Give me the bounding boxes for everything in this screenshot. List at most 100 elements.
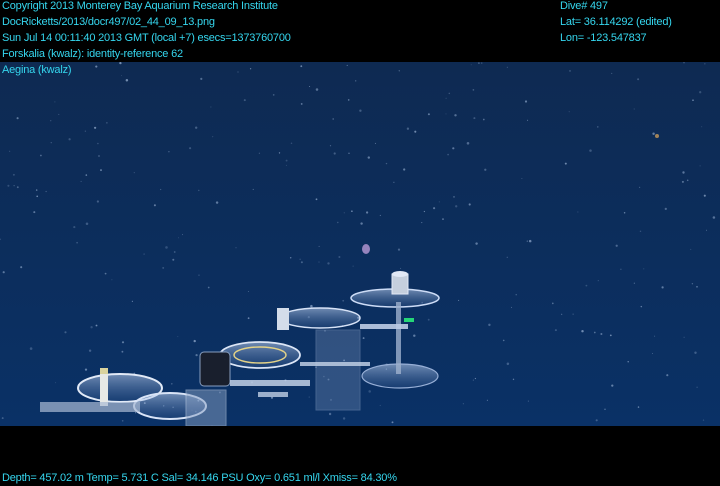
snow-particle <box>406 127 410 130</box>
snow-particle <box>104 272 107 275</box>
snow-particle <box>478 62 480 64</box>
snow-particle <box>93 126 97 129</box>
snow-particle <box>454 114 457 117</box>
snow-particle <box>696 386 698 388</box>
snow-particle <box>561 313 563 315</box>
snow-particle <box>694 351 697 354</box>
snow-particle <box>278 152 281 154</box>
snow-particle <box>374 142 376 144</box>
snow-particle <box>309 86 311 87</box>
snow-particle <box>343 212 345 214</box>
snow-particle <box>526 240 528 242</box>
snow-particle <box>35 189 38 191</box>
snow-particle <box>237 71 239 73</box>
snow-particle <box>506 362 510 366</box>
snow-particle <box>318 261 320 263</box>
snow-particle <box>16 117 19 120</box>
snow-particle <box>121 341 125 344</box>
snow-particle <box>458 299 460 301</box>
snow-particle <box>133 172 135 174</box>
snow-particle <box>243 99 246 102</box>
snow-particle <box>177 336 179 338</box>
snow-particle <box>448 92 451 95</box>
snow-particle <box>120 75 122 77</box>
snow-particle <box>68 138 71 141</box>
snow-particle <box>285 159 288 162</box>
snow-particle <box>182 234 184 236</box>
snow-particle <box>131 300 134 303</box>
snow-particle <box>595 419 598 422</box>
copyright-text: Copyright 2013 Monterey Bay Aquarium Res… <box>2 0 278 12</box>
latitude-text: Lat= 36.114292 (edited) <box>560 16 672 28</box>
snow-particle <box>90 326 93 329</box>
snow-particle <box>512 378 515 381</box>
snow-particle <box>704 63 706 65</box>
snow-particle <box>589 149 592 152</box>
snow-particle <box>452 147 455 150</box>
telemetry-text: Depth= 457.02 m Temp= 5.731 C Sal= 34.14… <box>2 472 397 484</box>
snow-particle <box>351 210 353 213</box>
snow-particle <box>637 78 640 81</box>
snow-particle <box>438 201 440 203</box>
snow-particle <box>247 317 250 320</box>
snow-particle <box>247 291 249 292</box>
snow-particle <box>97 154 101 158</box>
snow-particle <box>352 265 354 267</box>
snow-particle <box>691 283 694 285</box>
particle-organism <box>655 134 659 138</box>
snow-particle <box>445 113 447 115</box>
snow-particle <box>58 113 60 115</box>
snow-particle <box>701 126 703 128</box>
snow-particle <box>121 420 124 422</box>
snow-particle <box>577 211 579 213</box>
snow-particle <box>300 65 303 68</box>
snow-particle <box>488 323 491 327</box>
snow-particle <box>342 417 346 420</box>
snow-particle <box>2 271 5 274</box>
snow-particle <box>97 142 99 145</box>
snow-particle <box>484 168 487 171</box>
snow-particle <box>289 257 292 259</box>
snow-particle <box>502 339 505 342</box>
snow-particle <box>318 245 320 247</box>
snow-particle <box>712 216 716 219</box>
snow-particle <box>690 248 692 250</box>
snow-particle <box>315 88 319 91</box>
snow-particle <box>482 118 485 121</box>
snow-particle <box>100 169 102 172</box>
snow-particle <box>681 180 684 183</box>
snow-particle <box>9 150 11 152</box>
snow-particle <box>299 258 301 260</box>
snow-particle <box>346 64 348 66</box>
snow-particle <box>1 417 4 420</box>
snow-particle <box>315 198 318 201</box>
medusa-organism <box>362 244 370 254</box>
snow-particle <box>200 77 203 80</box>
snow-particle <box>468 203 471 206</box>
snow-particle <box>442 218 444 220</box>
snow-particle <box>207 286 210 289</box>
snow-particle <box>173 251 176 253</box>
snow-particle <box>189 147 192 150</box>
snow-particle <box>13 185 15 187</box>
longitude-text: Lon= -123.547837 <box>560 32 647 44</box>
image-path-text: DocRicketts/2013/docr497/02_44_09_13.png <box>2 16 215 28</box>
snow-particle <box>55 382 57 384</box>
snow-particle <box>328 412 332 416</box>
snow-particle <box>198 189 200 192</box>
snow-particle <box>338 255 341 259</box>
snow-particle <box>258 152 261 154</box>
snow-particle <box>427 318 430 321</box>
snow-particle <box>252 188 254 190</box>
snow-particle <box>310 304 313 308</box>
dive-number-text: Dive# 497 <box>560 0 608 12</box>
snow-particle <box>165 246 168 249</box>
snow-particle <box>54 101 56 103</box>
snow-particle <box>153 204 156 207</box>
snow-particle <box>106 122 108 124</box>
snow-particle <box>172 258 175 261</box>
snow-particle <box>348 152 350 154</box>
snow-particle <box>119 62 122 65</box>
snow-particle <box>64 331 67 334</box>
snow-particle <box>633 108 635 110</box>
